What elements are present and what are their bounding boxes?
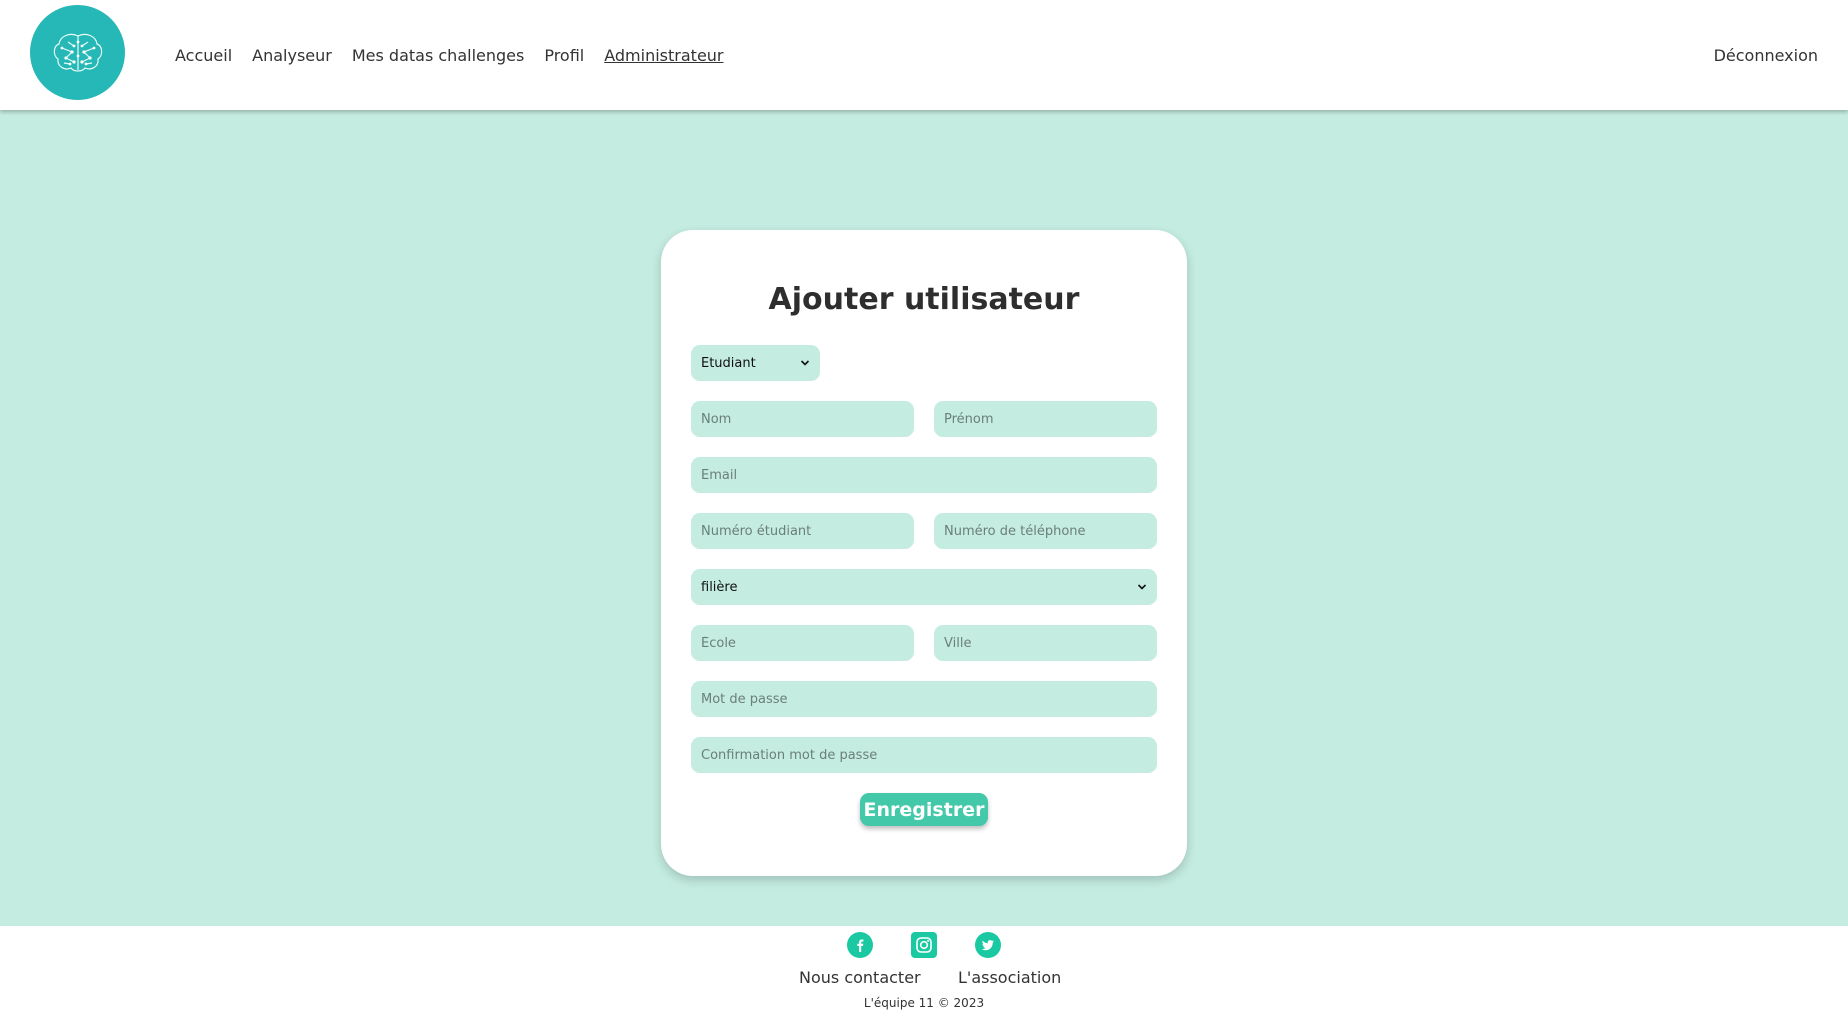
facebook-icon bbox=[857, 939, 864, 952]
nav-accueil[interactable]: Accueil bbox=[175, 46, 232, 65]
footer: Nous contacter L'association L'équipe 11… bbox=[0, 926, 1848, 1018]
telephone-field[interactable] bbox=[934, 513, 1157, 549]
nom-field[interactable] bbox=[691, 401, 914, 437]
add-user-card: Ajouter utilisateur Etudiant filière Enr… bbox=[661, 230, 1187, 876]
role-select[interactable]: Etudiant bbox=[691, 345, 820, 381]
save-button[interactable]: Enregistrer bbox=[860, 793, 988, 826]
ecole-field[interactable] bbox=[691, 625, 914, 661]
brain-icon bbox=[53, 33, 102, 72]
facebook-link[interactable] bbox=[847, 932, 873, 958]
twitter-link[interactable] bbox=[975, 932, 1001, 958]
twitter-icon bbox=[981, 940, 994, 951]
prenom-field[interactable] bbox=[934, 401, 1157, 437]
numero-etudiant-field[interactable] bbox=[691, 513, 914, 549]
filiere-select-value: filière bbox=[701, 579, 738, 595]
nav-administrateur[interactable]: Administrateur bbox=[604, 46, 723, 65]
top-navbar: Accueil Analyseur Mes datas challenges P… bbox=[0, 0, 1848, 110]
nav-mes-datas-challenges[interactable]: Mes datas challenges bbox=[352, 46, 524, 65]
chevron-down-icon bbox=[1137, 584, 1147, 590]
association-link[interactable]: L'association bbox=[958, 968, 1061, 987]
nav-profil[interactable]: Profil bbox=[544, 46, 584, 65]
password-confirm-field[interactable] bbox=[691, 737, 1157, 773]
role-select-value: Etudiant bbox=[701, 355, 756, 371]
instagram-icon bbox=[916, 937, 932, 953]
logout-link[interactable]: Déconnexion bbox=[1714, 0, 1818, 110]
email-field[interactable] bbox=[691, 457, 1157, 493]
copyright: L'équipe 11 © 2023 bbox=[863, 996, 985, 1010]
ville-field[interactable] bbox=[934, 625, 1157, 661]
contact-link[interactable]: Nous contacter bbox=[799, 968, 921, 987]
main-nav: Accueil Analyseur Mes datas challenges P… bbox=[175, 0, 724, 110]
nav-analyseur[interactable]: Analyseur bbox=[252, 46, 332, 65]
page-title: Ajouter utilisateur bbox=[768, 282, 1080, 317]
filiere-select[interactable]: filière bbox=[691, 569, 1157, 605]
chevron-down-icon bbox=[800, 360, 810, 366]
password-field[interactable] bbox=[691, 681, 1157, 717]
instagram-link[interactable] bbox=[911, 932, 937, 958]
logo[interactable] bbox=[30, 5, 125, 100]
